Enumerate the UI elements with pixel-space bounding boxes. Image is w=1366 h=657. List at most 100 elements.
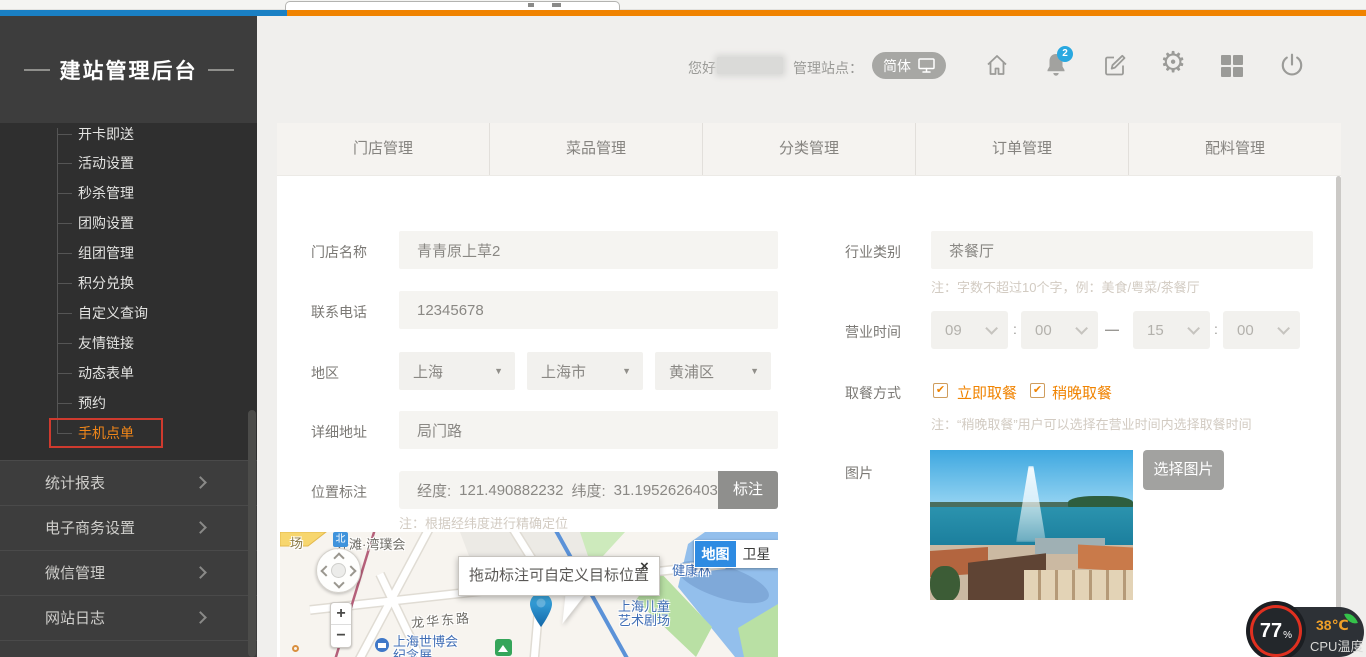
zoom-out-button[interactable]: − [331, 625, 351, 647]
address-label: 详细地址 [311, 422, 367, 442]
category-input[interactable]: 茶餐厅 [931, 231, 1313, 269]
tab-dish-manage[interactable]: 菜品管理 [489, 123, 702, 175]
url-box-mark [528, 3, 534, 7]
logo-dash-left [24, 69, 50, 71]
coordinates-field[interactable]: 经度: 121.490882232 纬度: 31.1952626403 [399, 471, 718, 509]
city-select[interactable]: 上海市▼ [527, 352, 643, 390]
sidebar-section-reports[interactable]: 统计报表 [0, 460, 257, 505]
url-box-mark [552, 3, 561, 7]
map-widget[interactable]: 场 外滩·湾璞会 龙华东路 上海世博会 纪念展 ♪ 上海儿童 艺术剧场 健康林 … [280, 532, 778, 657]
sidebar-item-flash-sale[interactable]: 秒杀管理 [78, 178, 134, 208]
start-minute-value: 00 [1035, 322, 1052, 339]
sidebar-section-label: 网站日志 [45, 610, 105, 627]
sidebar-section-logs[interactable]: 网站日志 [0, 595, 257, 640]
sidebar-item-card-gift[interactable]: 开卡即送 [78, 119, 134, 149]
sidebar-section-ecommerce[interactable]: 电子商务设置 [0, 505, 257, 550]
pan-right-icon[interactable] [345, 565, 356, 576]
accent-bar-orange [287, 10, 1366, 16]
sidebar-section-label: 电子商务设置 [45, 520, 135, 537]
grid-icon [1233, 67, 1243, 77]
start-hour-value: 09 [945, 322, 962, 339]
pan-up-icon[interactable] [333, 552, 344, 563]
usage-unit: % [1283, 630, 1292, 641]
tab-order-manage[interactable]: 订单管理 [915, 123, 1128, 175]
check-icon: ✔ [936, 384, 945, 396]
district-select[interactable]: 黄浦区▼ [655, 352, 771, 390]
sidebar-item-forms[interactable]: 动态表单 [78, 358, 134, 388]
north-badge: 北 [333, 532, 348, 547]
pan-left-icon[interactable] [320, 565, 331, 576]
monitor-icon [918, 58, 935, 73]
city-value: 上海市 [541, 361, 586, 382]
check-icon: ✔ [1033, 384, 1042, 396]
sidebar-item-booking[interactable]: 预约 [78, 388, 106, 418]
pan-knob[interactable] [331, 563, 346, 578]
pickup-now-checkbox[interactable]: ✔ [933, 383, 948, 398]
sidebar-item-custom-query[interactable]: 自定义查询 [78, 298, 148, 328]
pan-down-icon[interactable] [333, 577, 344, 588]
sidebar-item-groupbuy[interactable]: 团购设置 [78, 208, 134, 238]
map-type-satellite-button[interactable]: 卫星 [736, 541, 777, 567]
sidebar-scrollbar[interactable] [248, 410, 256, 657]
tab-store-manage[interactable]: 门店管理 [277, 123, 489, 175]
usage-gauge[interactable]: 77 % [1250, 605, 1302, 657]
pickup-later-label[interactable]: 稍晚取餐 [1052, 382, 1112, 403]
address-input[interactable]: 局门路 [399, 411, 778, 449]
choose-image-button[interactable]: 选择图片 [1143, 450, 1224, 490]
sidebar-item-activity[interactable]: 活动设置 [78, 148, 134, 178]
logout-button[interactable] [1279, 52, 1305, 83]
latitude-value: 31.1952626403 [614, 482, 718, 499]
chevron-right-icon [194, 611, 207, 624]
settings-button[interactable]: ⚙ [1160, 50, 1186, 76]
usage-percent: 77 [1260, 620, 1282, 643]
chevron-right-icon [194, 566, 207, 579]
province-select[interactable]: 上海▼ [399, 352, 515, 390]
tab-category-manage[interactable]: 分类管理 [702, 123, 915, 175]
sidebar-section-label: 统计报表 [45, 475, 105, 492]
end-hour-value: 15 [1147, 322, 1164, 339]
museum-poi-icon [375, 638, 389, 652]
content-scrollbar[interactable] [1336, 176, 1341, 657]
mark-location-button[interactable]: 标注 [718, 471, 778, 509]
chevron-down-icon [1187, 322, 1200, 335]
apps-button[interactable] [1221, 55, 1243, 77]
tab-ingredient-manage[interactable]: 配料管理 [1128, 123, 1341, 175]
dropdown-arrow-icon: ▼ [750, 366, 759, 376]
sidebar-item-label: 积分兑换 [78, 275, 134, 291]
address-value: 局门路 [417, 420, 462, 441]
pickup-later-checkbox[interactable]: ✔ [1030, 383, 1045, 398]
sidebar-section-label: 微信管理 [45, 565, 105, 582]
start-hour-select[interactable]: 09 [931, 311, 1008, 349]
map-pan-control[interactable] [316, 548, 361, 593]
sidebar-item-links[interactable]: 友情链接 [78, 328, 134, 358]
end-hour-select[interactable]: 15 [1133, 311, 1210, 349]
cpu-temp-label: CPU温度 [1310, 636, 1363, 655]
home-button[interactable] [985, 53, 1009, 82]
phone-input[interactable]: 12345678 [399, 291, 778, 329]
edit-button[interactable] [1103, 53, 1127, 82]
zoom-in-button[interactable]: + [331, 603, 351, 625]
sidebar-item-label: 自定义查询 [78, 305, 148, 321]
browser-url-box[interactable] [285, 1, 620, 10]
phone-label: 联系电话 [311, 302, 367, 322]
end-minute-value: 00 [1237, 322, 1254, 339]
small-poi-icon [292, 645, 299, 652]
pickup-now-label[interactable]: 立即取餐 [957, 382, 1017, 403]
notification-count-badge: 2 [1057, 46, 1073, 62]
edit-icon [1103, 53, 1127, 77]
sidebar-section-wechat[interactable]: 微信管理 [0, 550, 257, 595]
language-switch-button[interactable]: 简体 [872, 52, 946, 79]
sidebar-item-group-manage[interactable]: 组团管理 [78, 238, 134, 268]
map-type-map-button[interactable]: 地图 [695, 541, 736, 567]
store-name-input[interactable]: 青青原上草2 [399, 231, 778, 269]
close-icon[interactable]: × [640, 558, 649, 575]
sidebar-item-points[interactable]: 积分兑换 [78, 268, 134, 298]
store-name-value: 青青原上草2 [417, 240, 500, 261]
store-name-label: 门店名称 [311, 242, 367, 262]
end-minute-select[interactable]: 00 [1223, 311, 1300, 349]
photo-tree-left [930, 566, 960, 600]
sidebar-item-label: 友情链接 [78, 335, 134, 351]
map-pin-icon[interactable] [530, 593, 552, 627]
pickup-note: 注：“稍晚取餐”用户可以选择在营业时间内选择取餐时间 [931, 414, 1252, 433]
start-minute-select[interactable]: 00 [1021, 311, 1098, 349]
